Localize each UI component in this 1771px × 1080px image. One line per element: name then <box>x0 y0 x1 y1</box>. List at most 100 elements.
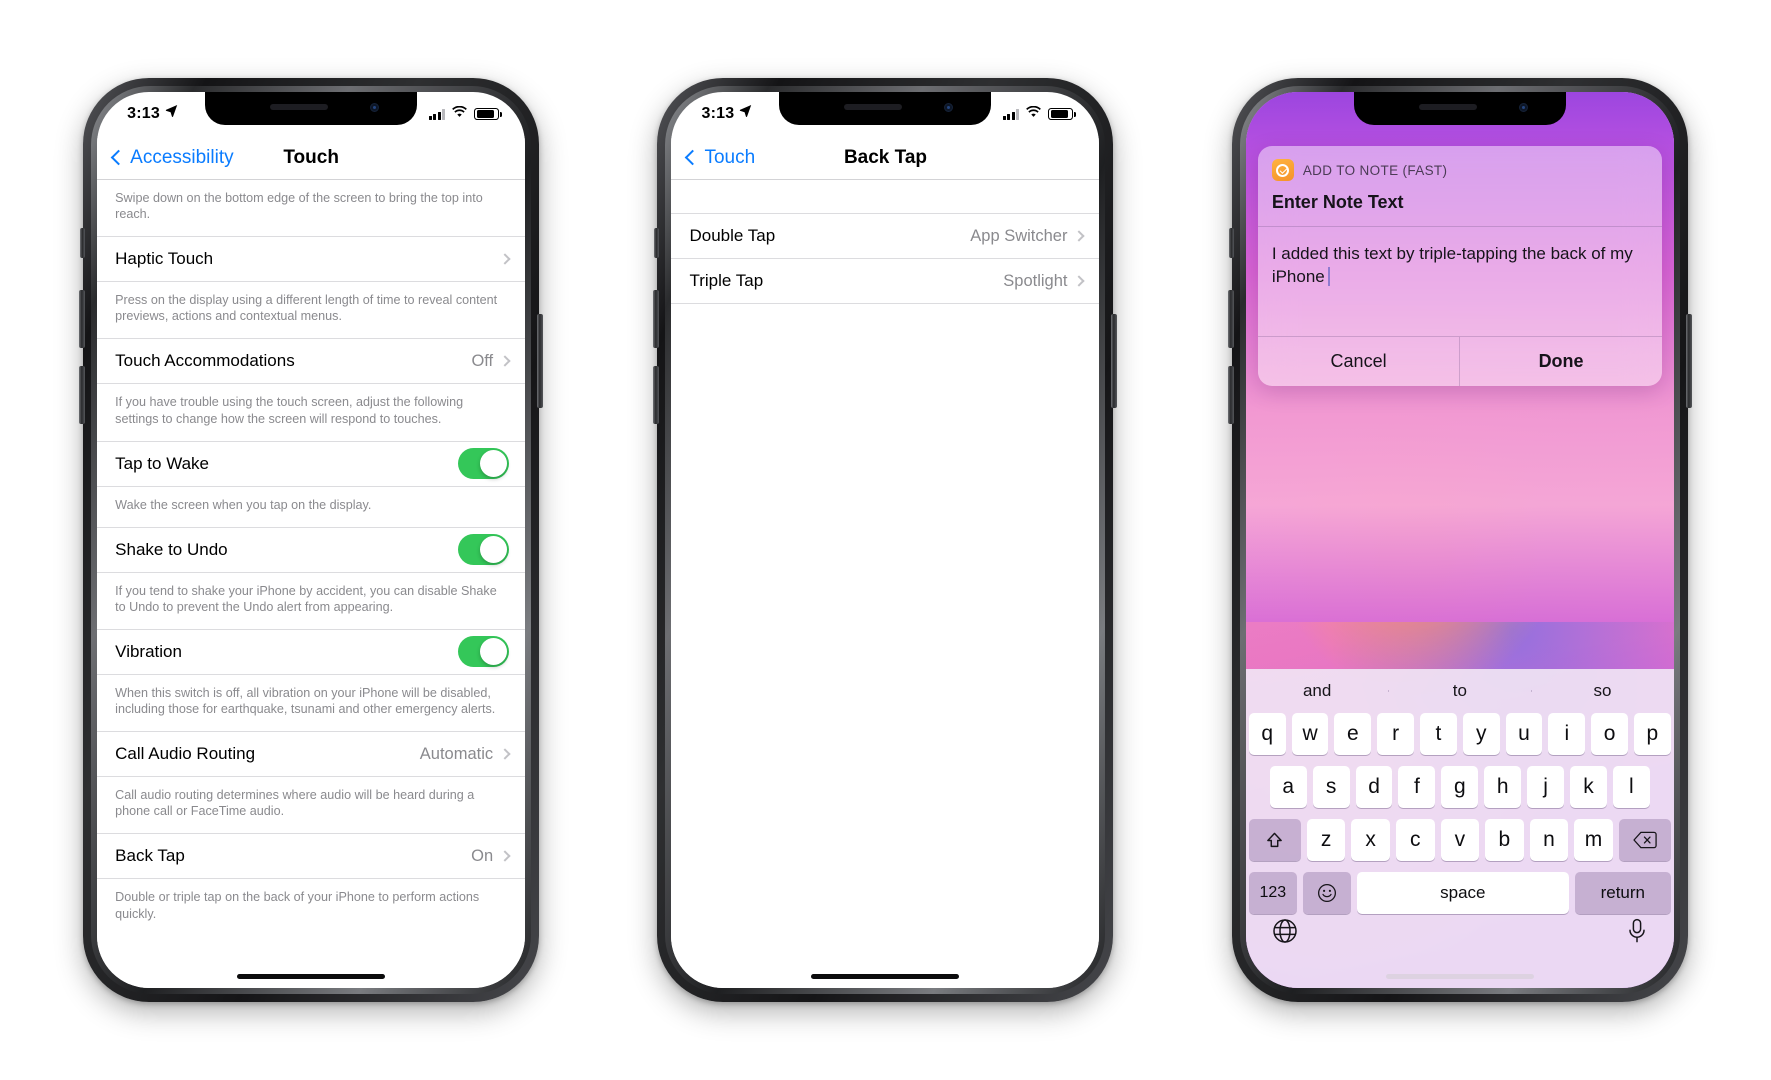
power-button[interactable] <box>1685 314 1692 408</box>
volume-down-button[interactable] <box>653 366 660 424</box>
footnote-tap-to-wake: Wake the screen when you tap on the disp… <box>97 487 526 528</box>
key-a[interactable]: a <box>1269 766 1307 808</box>
globe-icon[interactable] <box>1272 918 1298 949</box>
key-d[interactable]: d <box>1355 766 1393 808</box>
screen-shortcut-prompt: ADD TO NOTE (FAST) Enter Note Text I add… <box>1245 92 1674 988</box>
key-m[interactable]: m <box>1574 819 1613 861</box>
battery-icon <box>474 108 502 120</box>
key-n[interactable]: n <box>1529 819 1569 861</box>
microphone-icon[interactable] <box>1626 918 1648 949</box>
key-w[interactable]: w <box>1291 713 1329 755</box>
toggle-tap-to-wake[interactable] <box>458 448 510 480</box>
key-r[interactable]: r <box>1377 713 1415 755</box>
chevron-right-icon <box>499 355 511 368</box>
setting-row-double-tap[interactable]: Double Tap App Switcher <box>671 214 1100 259</box>
dialog-header: ADD TO NOTE (FAST) <box>1258 146 1662 190</box>
back-tap-list[interactable]: Double Tap App Switcher Triple Tap Spotl… <box>671 180 1100 988</box>
setting-value: Automatic <box>419 744 494 763</box>
setting-label: Touch Accommodations <box>115 351 295 371</box>
location-arrow-icon <box>165 104 178 122</box>
shift-arrow-icon[interactable] <box>1248 819 1301 861</box>
key-b[interactable]: b <box>1485 819 1524 861</box>
home-indicator[interactable] <box>237 974 386 979</box>
setting-label: Triple Tap <box>689 271 764 290</box>
power-button[interactable] <box>1111 314 1118 408</box>
chevron-right-icon <box>499 748 511 760</box>
power-button[interactable] <box>537 314 544 408</box>
cancel-button[interactable]: Cancel <box>1258 337 1460 386</box>
setting-label: Double Tap <box>689 226 776 245</box>
key-h[interactable]: h <box>1484 766 1522 808</box>
silent-switch[interactable] <box>1228 228 1234 258</box>
return-key[interactable]: return <box>1574 872 1671 914</box>
key-j[interactable]: j <box>1527 766 1565 808</box>
prediction-3[interactable]: so <box>1531 681 1674 701</box>
key-k[interactable]: k <box>1570 766 1607 808</box>
setting-row-shake-to-undo[interactable]: Shake to Undo <box>97 527 526 573</box>
key-c[interactable]: c <box>1395 819 1435 861</box>
setting-row-tap-to-wake[interactable]: Tap to Wake <box>97 441 526 487</box>
numbers-key[interactable]: 123 <box>1248 872 1297 914</box>
back-button-touch[interactable]: Touch <box>685 147 755 169</box>
setting-row-haptic-touch[interactable]: Haptic Touch <box>97 237 526 283</box>
silent-switch[interactable] <box>654 228 660 258</box>
home-indicator[interactable] <box>811 974 960 979</box>
key-l[interactable]: l <box>1612 766 1650 808</box>
volume-up-button[interactable] <box>1227 290 1234 348</box>
note-text-input[interactable]: I added this text by triple-tapping the … <box>1257 226 1662 336</box>
setting-label: Haptic Touch <box>115 249 214 269</box>
settings-list[interactable]: Swipe down on the bottom edge of the scr… <box>97 180 526 988</box>
key-q[interactable]: q <box>1248 713 1286 755</box>
key-t[interactable]: t <box>1420 713 1457 755</box>
done-button[interactable]: Done <box>1460 337 1662 386</box>
battery-icon <box>1048 108 1076 120</box>
prediction-2[interactable]: to <box>1388 681 1531 701</box>
backspace-icon[interactable] <box>1618 819 1671 861</box>
prediction-1[interactable]: and <box>1246 681 1389 701</box>
setting-row-call-audio-routing[interactable]: Call Audio Routing Automatic <box>97 732 526 778</box>
status-time: 3:13 <box>127 105 160 122</box>
key-g[interactable]: g <box>1441 766 1479 808</box>
key-p[interactable]: p <box>1634 713 1671 755</box>
silent-switch[interactable] <box>80 228 86 258</box>
toggle-vibration[interactable] <box>458 636 510 668</box>
status-time: 3:13 <box>701 105 735 122</box>
chevron-right-icon <box>499 253 511 265</box>
key-o[interactable]: o <box>1591 713 1628 755</box>
onscreen-keyboard[interactable]: and to so q w e r t y u i o p a s d f g … <box>1245 669 1674 988</box>
keyboard-row-1: q w e r t y u i o p <box>1248 713 1671 755</box>
toggle-shake-to-undo[interactable] <box>458 534 510 566</box>
key-y[interactable]: y <box>1462 713 1500 755</box>
key-v[interactable]: v <box>1440 819 1480 861</box>
front-camera-icon <box>370 103 380 112</box>
key-f[interactable]: f <box>1398 766 1436 808</box>
dialog-app-name: ADD TO NOTE (FAST) <box>1302 162 1448 178</box>
volume-down-button[interactable] <box>79 366 86 424</box>
key-z[interactable]: z <box>1306 819 1346 861</box>
volume-up-button[interactable] <box>653 290 660 348</box>
setting-row-back-tap[interactable]: Back Tap On <box>97 834 526 880</box>
back-button-accessibility[interactable]: Accessibility <box>110 147 234 169</box>
volume-down-button[interactable] <box>1227 366 1234 424</box>
key-e[interactable]: e <box>1334 713 1372 755</box>
key-u[interactable]: u <box>1505 713 1543 755</box>
footnote-haptic-touch: Press on the display using a different l… <box>97 282 526 340</box>
key-i[interactable]: i <box>1548 713 1586 755</box>
navigation-bar: Accessibility Touch <box>97 136 526 180</box>
status-bar-right <box>428 105 502 123</box>
volume-up-button[interactable] <box>79 290 86 348</box>
setting-value: App Switcher <box>970 226 1068 245</box>
key-s[interactable]: s <box>1312 766 1350 808</box>
setting-row-triple-tap[interactable]: Triple Tap Spotlight <box>671 259 1100 304</box>
footnote-vibration: When this switch is off, all vibration o… <box>97 675 526 733</box>
front-camera-icon <box>944 103 954 112</box>
list-top-spacer <box>671 180 1100 214</box>
smiley-face-icon[interactable] <box>1302 872 1351 914</box>
space-key[interactable]: space <box>1356 872 1569 914</box>
key-x[interactable]: x <box>1351 819 1390 861</box>
dialog-actions: Cancel Done <box>1257 336 1662 386</box>
setting-row-vibration[interactable]: Vibration <box>97 629 526 675</box>
chevron-right-icon <box>1073 230 1086 242</box>
setting-row-touch-accommodations[interactable]: Touch Accommodations Off <box>97 339 526 385</box>
footnote-back-tap: Double or triple tap on the back of your… <box>115 890 480 921</box>
